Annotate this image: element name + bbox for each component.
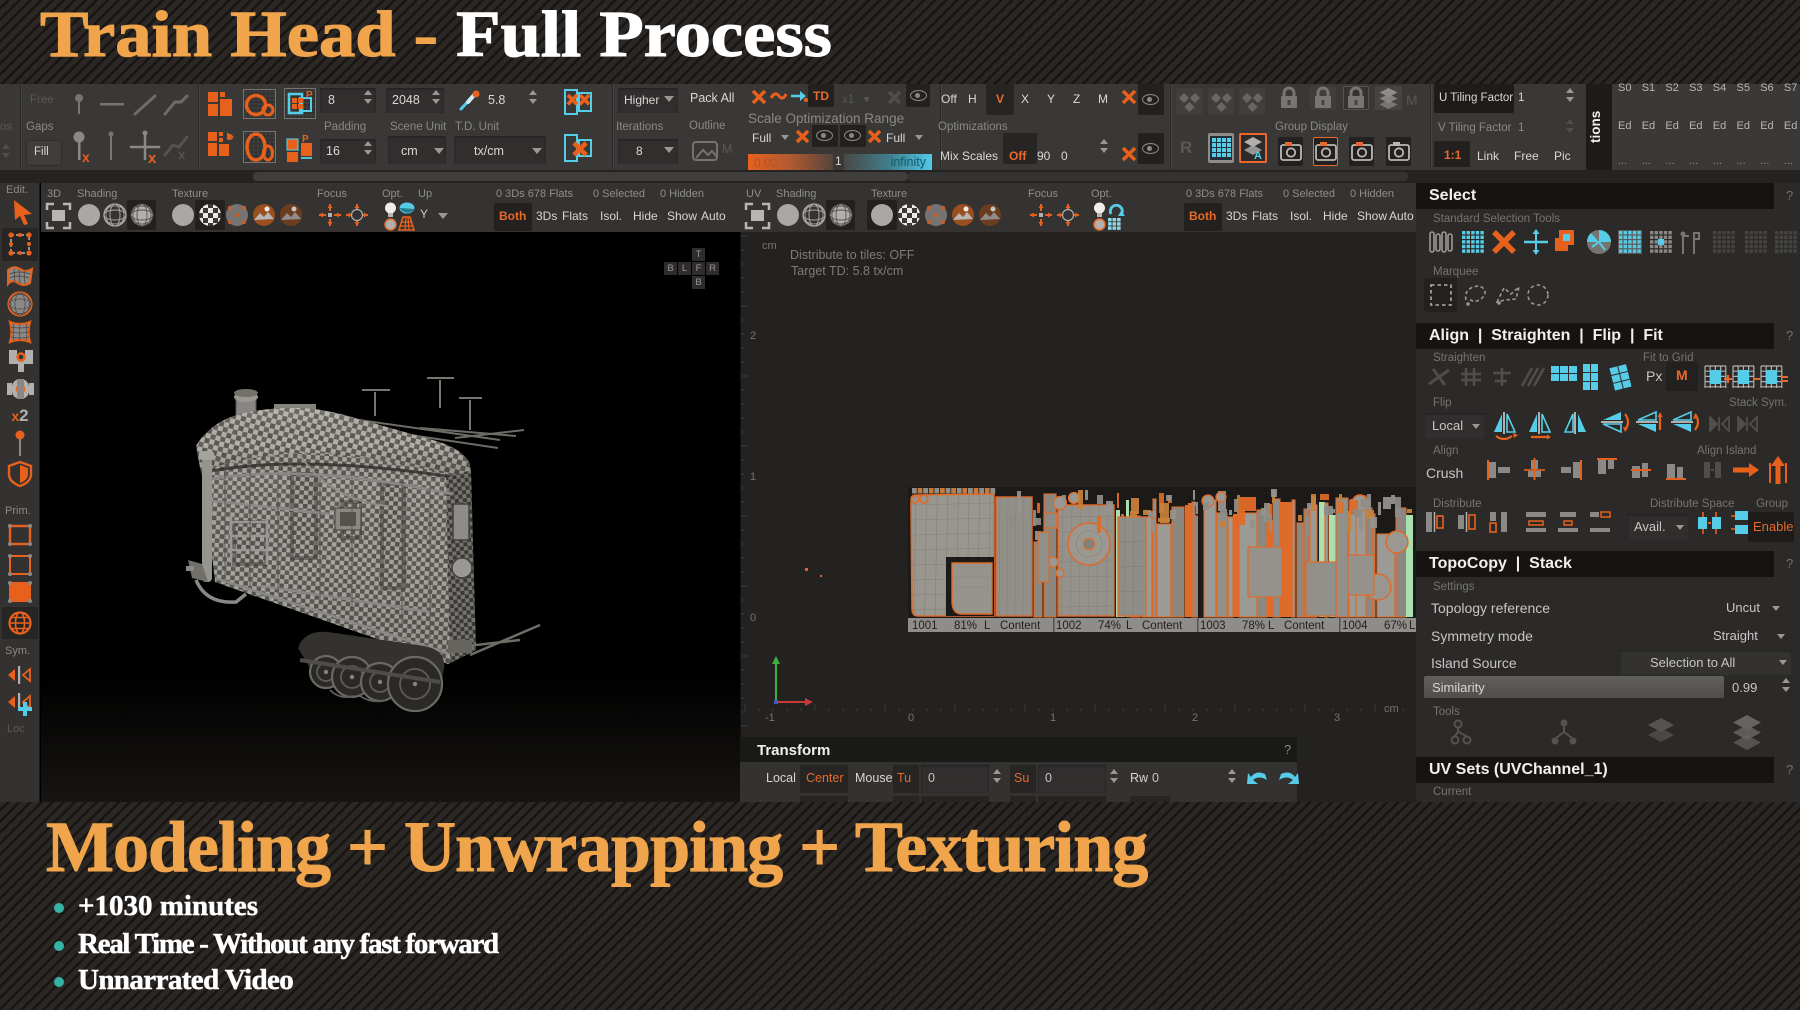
svg-text:1003: 1003 <box>1200 620 1226 632</box>
svg-text:L: L <box>1268 620 1275 632</box>
svg-text:Content: Content <box>1000 620 1041 632</box>
svg-text:x: x <box>82 149 90 165</box>
svg-text:x: x <box>178 147 186 162</box>
svg-text:1001: 1001 <box>912 620 938 632</box>
svg-text:67%: 67% <box>1384 620 1407 632</box>
svg-text:L: L <box>984 620 991 632</box>
svg-text:1002: 1002 <box>1056 620 1082 632</box>
svg-text:L: L <box>1126 620 1133 632</box>
svg-text:L: L <box>1409 620 1416 632</box>
svg-text:81%: 81% <box>954 620 977 632</box>
svg-text:74%: 74% <box>1098 620 1121 632</box>
svg-text:P: P <box>306 90 313 101</box>
svg-text:1004: 1004 <box>1342 620 1368 632</box>
svg-text:A: A <box>1254 150 1262 162</box>
svg-text:78%: 78% <box>1242 620 1265 632</box>
svg-text:Content: Content <box>1284 620 1325 632</box>
svg-text:Content: Content <box>1142 620 1183 632</box>
svg-text:x: x <box>148 150 157 167</box>
